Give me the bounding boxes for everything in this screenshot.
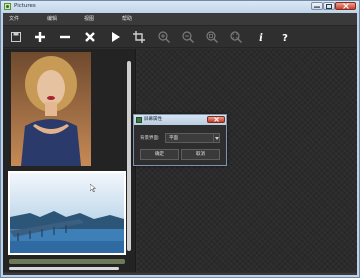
dialog-close-button[interactable] — [207, 116, 225, 123]
status-bar — [3, 273, 357, 275]
zoom-fit-icon — [230, 31, 242, 43]
cancel-button[interactable]: 取消 — [181, 149, 220, 160]
menu-file[interactable]: 文件 — [9, 16, 19, 23]
minimize-button[interactable] — [311, 2, 323, 10]
info-button[interactable]: i — [254, 30, 268, 44]
crop-button[interactable] — [132, 30, 146, 44]
portrait-image — [11, 52, 91, 166]
title-bar[interactable]: Pictures — [1, 1, 359, 12]
vertical-scrollbar[interactable] — [127, 61, 131, 251]
close-icon — [342, 3, 349, 9]
menu-help[interactable]: 帮助 — [122, 16, 132, 23]
toolbar: i ? — [3, 26, 357, 48]
zoom-reset-icon — [206, 31, 218, 43]
ok-button[interactable]: 确定 — [140, 149, 179, 160]
app-window: Pictures 文件 编辑 视图 帮助 i ? 屏幕属性 背景界面: 平面 确… — [0, 0, 360, 278]
window-title: Pictures — [14, 3, 36, 9]
save-button[interactable] — [9, 30, 23, 44]
zoom-out-button[interactable] — [181, 30, 195, 44]
zoom-in-icon — [158, 31, 170, 43]
menu-bar: 文件 编辑 视图 帮助 — [3, 13, 357, 26]
crop-icon — [133, 31, 145, 43]
pictures-app-icon — [4, 3, 11, 10]
delete-button[interactable] — [83, 30, 97, 44]
horizontal-scrollbar[interactable] — [9, 259, 125, 264]
close-button[interactable] — [335, 2, 356, 10]
add-button[interactable] — [33, 30, 47, 44]
remove-icon — [60, 35, 70, 39]
secondary-scrollbar[interactable] — [9, 267, 119, 270]
cursor-icon — [90, 184, 96, 192]
zoom-in-button[interactable] — [157, 30, 171, 44]
dropdown-arrow-icon — [213, 134, 220, 142]
help-icon: ? — [282, 33, 288, 44]
zoom-out-icon — [182, 31, 194, 43]
minimize-icon — [314, 6, 320, 8]
add-icon — [35, 32, 45, 42]
info-icon: i — [259, 33, 263, 44]
help-button[interactable]: ? — [278, 30, 292, 44]
scrollbar-thumb[interactable] — [9, 259, 125, 264]
maximize-button[interactable] — [323, 2, 335, 10]
dialog-app-icon — [136, 117, 142, 123]
zoom-fit-button[interactable] — [229, 30, 243, 44]
dialog-title: 屏幕属性 — [144, 117, 162, 122]
menu-edit[interactable]: 编辑 — [47, 16, 57, 23]
play-button[interactable] — [108, 30, 122, 44]
thumbnail-list — [7, 52, 127, 258]
thumbnail-portrait[interactable] — [11, 52, 91, 166]
pier-image — [10, 173, 124, 253]
maximize-icon — [326, 3, 332, 9]
svg-text:?: ? — [282, 33, 288, 44]
play-icon — [112, 32, 120, 42]
close-icon — [213, 117, 219, 122]
save-icon — [11, 32, 21, 42]
background-select[interactable]: 平面 — [165, 133, 220, 143]
menu-view[interactable]: 视图 — [84, 16, 94, 23]
thumbnail-pane — [3, 49, 136, 272]
remove-button[interactable] — [58, 30, 72, 44]
screen-properties-dialog: 屏幕属性 背景界面: 平面 确定 取消 — [133, 114, 227, 166]
thumbnail-pier[interactable] — [8, 171, 126, 255]
zoom-reset-button[interactable] — [205, 30, 219, 44]
background-select-value: 平面 — [169, 136, 178, 141]
svg-text:i: i — [259, 33, 263, 44]
delete-icon — [85, 32, 95, 42]
background-label: 背景界面: — [140, 136, 160, 141]
dialog-title-bar[interactable]: 屏幕属性 — [134, 115, 226, 125]
